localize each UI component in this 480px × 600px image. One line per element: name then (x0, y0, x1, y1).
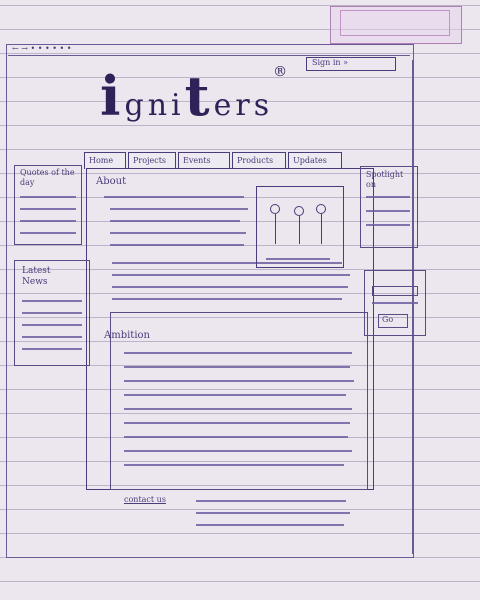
text-line (124, 394, 346, 396)
spotlight-heading: Spotlight on (366, 170, 404, 189)
logo-part-1: i (100, 64, 125, 128)
text-line (372, 302, 418, 304)
go-label: Go (382, 315, 394, 324)
text-line (110, 244, 244, 246)
about-heading: About (96, 176, 127, 187)
text-line (20, 208, 76, 210)
logo-part-2: gni (124, 88, 185, 123)
text-line (112, 286, 348, 288)
sign-in-label: Sign in » (312, 58, 349, 67)
registered-mark: ® (273, 64, 292, 80)
news-heading: Latest News (22, 266, 51, 287)
text-line (124, 352, 352, 354)
text-line (110, 208, 248, 210)
address-text: ← → • • • • • • (12, 44, 72, 53)
person-head-icon (294, 206, 304, 216)
search-input[interactable] (372, 286, 418, 296)
nav-tabs: Home Projects Events Products Updates (84, 152, 346, 169)
text-line (104, 196, 244, 198)
text-line (22, 300, 82, 302)
text-line (20, 196, 76, 198)
ambition-heading: Ambition (104, 330, 150, 341)
text-line (20, 232, 76, 234)
tab-updates[interactable]: Updates (288, 152, 342, 169)
person-body-icon (299, 216, 300, 244)
tab-products[interactable]: Products (232, 152, 286, 169)
footer-line (196, 500, 346, 502)
text-line (366, 210, 410, 212)
photo-caption-line (266, 258, 330, 260)
logo-part-3: t (184, 64, 214, 128)
logo-part-4: ers (213, 88, 274, 123)
tab-events[interactable]: Events (178, 152, 230, 169)
footer-line (196, 524, 344, 526)
text-line (124, 380, 354, 382)
tab-home[interactable]: Home (84, 152, 126, 169)
corner-doodle-inner (340, 10, 450, 36)
team-photo (256, 186, 344, 268)
text-line (124, 450, 352, 452)
person-head-icon (270, 204, 280, 214)
text-line (22, 348, 82, 350)
site-logo[interactable]: igniters ® (100, 64, 330, 146)
text-line (110, 220, 240, 222)
text-line (366, 224, 410, 226)
text-line (124, 408, 352, 410)
text-line (20, 220, 76, 222)
person-body-icon (275, 214, 276, 244)
tab-projects[interactable]: Projects (128, 152, 176, 169)
footer-contact-link[interactable]: contact us (124, 495, 166, 504)
quotes-heading: Quotes of the day (20, 168, 75, 187)
footer-line (196, 512, 350, 514)
text-line (124, 464, 344, 466)
text-line (124, 436, 348, 438)
text-line (124, 422, 350, 424)
person-body-icon (321, 214, 322, 244)
text-line (22, 324, 82, 326)
person-head-icon (316, 204, 326, 214)
text-line (112, 274, 350, 276)
text-line (112, 298, 342, 300)
text-line (124, 366, 350, 368)
text-line (22, 336, 82, 338)
text-line (22, 312, 82, 314)
text-line (110, 232, 246, 234)
text-line (366, 196, 410, 198)
